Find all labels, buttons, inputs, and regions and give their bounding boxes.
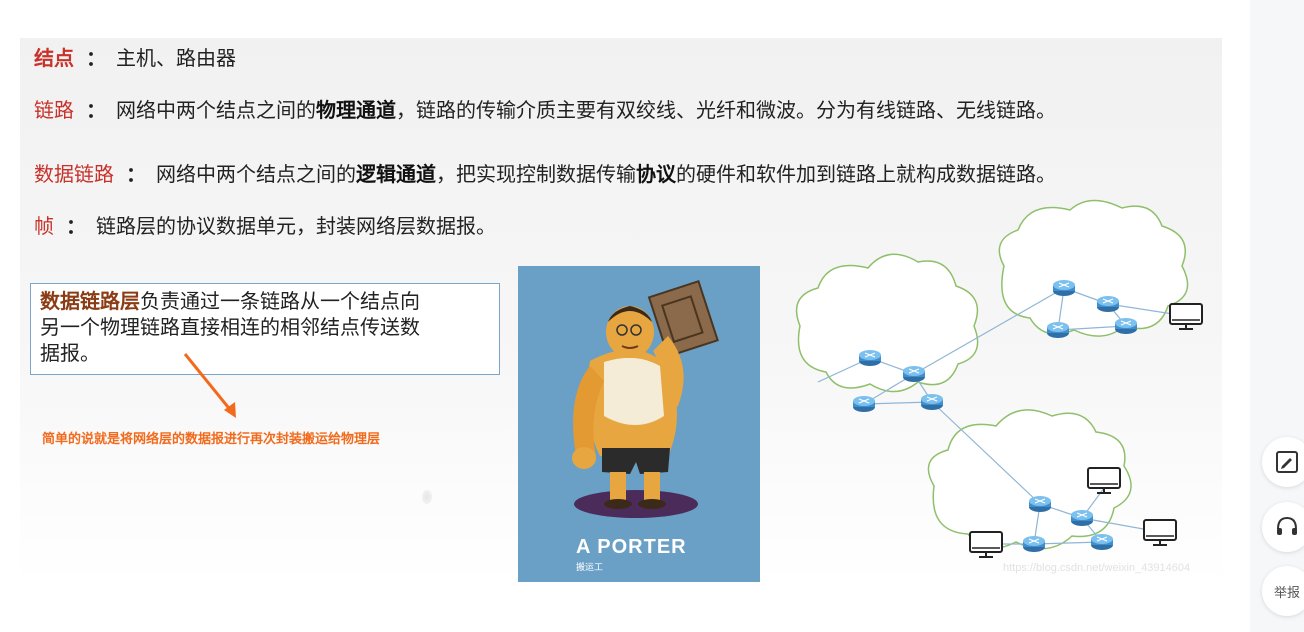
customer-service-button[interactable] — [1262, 502, 1304, 552]
cloud-top-right — [998, 199, 1189, 337]
arrow-icon — [183, 353, 236, 418]
cloud-left — [795, 253, 979, 393]
definition-frame: 帧：链路层的协议数据单元，封装网络层数据报。 — [34, 214, 496, 238]
porter-title: A PORTER — [576, 536, 687, 558]
edit-icon — [1276, 451, 1298, 473]
porter-subtitle: 搬运工 — [576, 562, 604, 572]
porter-illustration — [572, 280, 719, 518]
term-link: 链路 — [34, 98, 74, 122]
porter-poster: A PORTER 搬运工 — [518, 266, 760, 582]
term-node: 结点 — [34, 46, 74, 70]
cursor-dot — [422, 490, 432, 504]
summary-note: 简单的说就是将网络层的数据报进行再次封装搬运给物理层 — [42, 431, 381, 446]
definition-link: 链路：网络中两个结点之间的物理通道，链路的传输介质主要有双绞线、光纤和微波。分为… — [34, 98, 1056, 122]
definition-data-link: 数据链路：网络中两个结点之间的逻辑通道，把实现控制数据传输协议的硬件和软件加到链… — [34, 162, 1056, 186]
slide: 结点：主机、路由器 链路：网络中两个结点之间的物理通道，链路的传输介质主要有双绞… — [20, 38, 1222, 583]
data-link-layer-definition-box: 数据链路层负责通过一条链路从一个结点向 另一个物理链路直接相连的相邻结点传送数 … — [30, 283, 500, 375]
network-diagram — [795, 199, 1203, 558]
definition-node: 结点：主机、路由器 — [34, 46, 236, 70]
report-label: 举报 — [1273, 584, 1300, 600]
headset-icon — [1277, 516, 1297, 535]
term-data-link: 数据链路 — [34, 162, 114, 186]
report-button[interactable]: 举报 — [1262, 566, 1304, 616]
watermark: https://blog.csdn.net/weixin_43914604 — [1003, 562, 1191, 574]
edit-button[interactable] — [1262, 437, 1304, 487]
term-frame: 帧 — [34, 214, 54, 238]
